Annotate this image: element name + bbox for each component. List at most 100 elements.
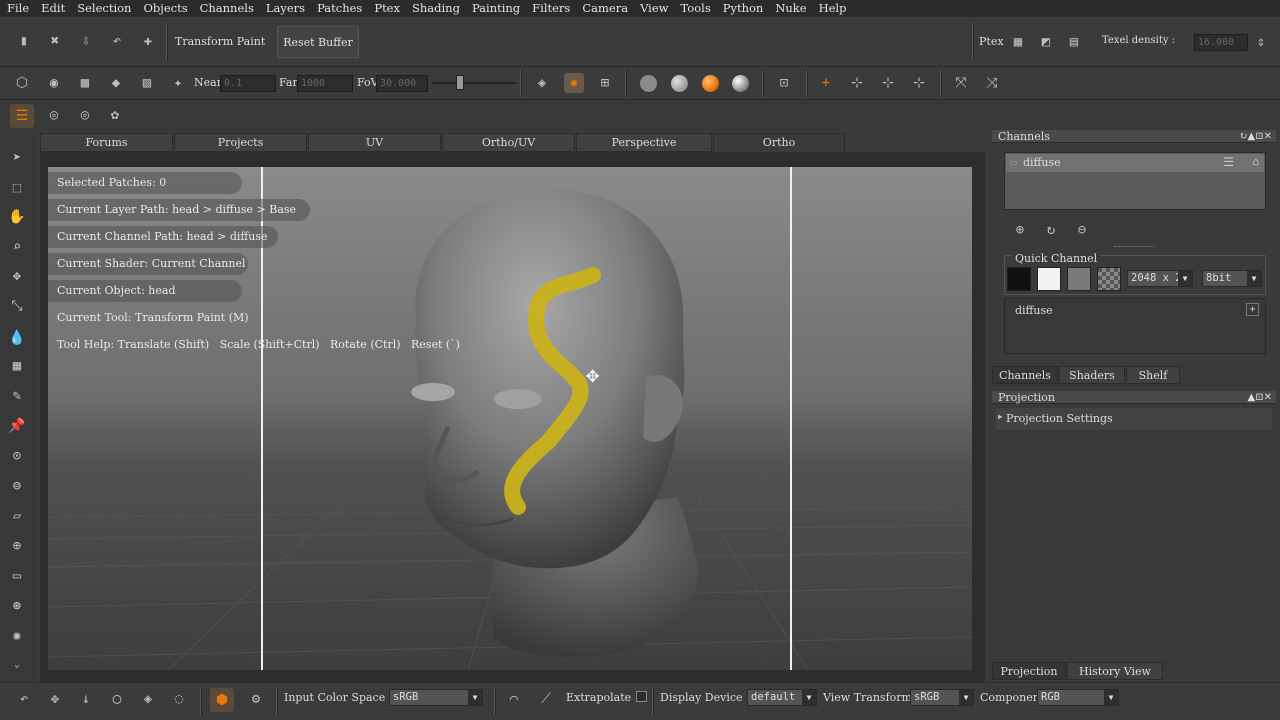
resize-handle[interactable] [1114, 246, 1154, 249]
paint-grid-icon[interactable]: ▦ [7, 356, 27, 376]
extrapolate-icon[interactable]: ⟋ [536, 689, 556, 709]
white-swatch[interactable] [1037, 267, 1061, 291]
rotate-back-icon[interactable]: ↶ [14, 689, 34, 709]
dotted-circle-icon[interactable]: ◌ [169, 689, 189, 709]
extrapolate-checkbox[interactable] [636, 691, 647, 702]
tab-shaders[interactable]: Shaders [1059, 366, 1125, 384]
viewport-3d[interactable]: Selected Patches: 0 Current Layer Path: … [48, 167, 972, 670]
menu-camera[interactable]: Camera [575, 0, 633, 17]
menu-selection[interactable]: Selection [70, 0, 136, 17]
clone-icon[interactable]: ⊕ [7, 536, 27, 556]
camera-icon[interactable]: ✦ [168, 73, 188, 93]
eye-icon[interactable]: ◉ [44, 73, 64, 93]
display-device-select[interactable]: default ▼ [747, 689, 817, 706]
tab-perspective[interactable]: Perspective [576, 133, 712, 152]
menu-help[interactable]: Help [812, 0, 852, 17]
align-vertical-icon[interactable]: ⊹ [878, 73, 898, 93]
tab-ortho[interactable]: Ortho [713, 133, 845, 152]
lasso-icon[interactable]: ◯ [107, 689, 127, 709]
blur-icon[interactable]: ⊜ [7, 476, 27, 496]
menu-tools[interactable]: Tools [674, 0, 716, 17]
paint-buffer-icon[interactable]: ⬢ [210, 688, 234, 712]
diffuse-row-label[interactable]: diffuse [1015, 304, 1053, 317]
texel-density-field[interactable]: 16.000 [1194, 34, 1248, 51]
move-down-icon[interactable]: ↓ [76, 689, 96, 709]
gradient-icon[interactable]: ▭ [7, 566, 27, 586]
ptex-grid-icon[interactable]: ▦ [1008, 32, 1028, 52]
channel-row[interactable]: ▭ diffuse ☰ ⌂ [1006, 154, 1264, 172]
tab-uv[interactable]: UV [308, 133, 441, 152]
lit-shading-icon[interactable] [671, 75, 688, 92]
flat-shading-icon[interactable] [640, 75, 657, 92]
view-transform-select[interactable]: sRGB ▼ [910, 689, 974, 706]
panel-window-icons[interactable]: ↻▲⊡✕ [1239, 130, 1272, 143]
scale-icon[interactable]: ◈ [138, 689, 158, 709]
menu-python[interactable]: Python [716, 0, 769, 17]
panel-window-icons[interactable]: ▲⊡✕ [1248, 391, 1272, 404]
menu-view[interactable]: View [633, 0, 673, 17]
delete-channel-icon[interactable]: ⊖ [1072, 220, 1092, 240]
settings-icon[interactable]: ✺ [7, 626, 27, 646]
reset-buffer-button[interactable]: Reset Buffer [277, 26, 359, 58]
texture-icon[interactable]: ▧ [137, 73, 157, 93]
brush-icon[interactable]: ✎ [7, 386, 27, 406]
menu-objects[interactable]: Objects [136, 0, 192, 17]
specular-shading-icon[interactable] [732, 75, 749, 92]
tab-ortho-uv[interactable]: Ortho/UV [442, 133, 575, 152]
dropper-icon[interactable]: 💧 [7, 328, 27, 348]
align-grid-icon[interactable]: ⊹ [909, 73, 929, 93]
add-layer-icon[interactable]: + [1246, 303, 1259, 316]
visibility-options-icon[interactable]: ✿ [105, 105, 125, 125]
paint-through-icon[interactable]: ✸ [564, 73, 584, 93]
checker-swatch[interactable] [1097, 267, 1121, 291]
menu-edit[interactable]: Edit [34, 0, 70, 17]
ptex-resize-icon[interactable]: ◩ [1036, 32, 1056, 52]
menu-channels[interactable]: Channels [193, 0, 259, 17]
projection-settings-row[interactable]: ▶ Projection Settings [996, 408, 1272, 430]
wire-grid-icon[interactable]: ▩ [75, 73, 95, 93]
component-select[interactable]: RGB ▼ [1037, 689, 1119, 706]
fov-slider-track[interactable] [432, 82, 516, 84]
menu-ptex[interactable]: Ptex [367, 0, 405, 17]
ptex-layout-icon[interactable]: ▤ [1064, 32, 1084, 52]
visibility-icon[interactable]: ◎ [44, 105, 64, 125]
far-field[interactable]: 1000 [297, 75, 353, 92]
layers-icon[interactable]: ☰ [10, 104, 34, 128]
tab-projects[interactable]: Projects [174, 133, 307, 152]
channel-menu-icon[interactable]: ☰ [1223, 155, 1234, 169]
curve-icon[interactable]: ⌒ [504, 689, 524, 709]
tab-forums[interactable]: Forums [40, 133, 173, 152]
projection-icon[interactable]: ◈ [532, 73, 552, 93]
menu-painting[interactable]: Painting [465, 0, 525, 17]
add-channel-icon[interactable]: ⊕ [1010, 220, 1030, 240]
gear-icon[interactable]: ⚙ [246, 689, 266, 709]
depth-select[interactable]: 8bit ▼ [1202, 270, 1262, 287]
cube-icon[interactable]: ⬡ [12, 73, 32, 93]
align-horizontal-icon[interactable]: ⊹ [847, 73, 867, 93]
hand-icon[interactable]: ✋ [7, 207, 27, 227]
eraser-icon[interactable]: ▱ [7, 506, 27, 526]
tab-shelf[interactable]: Shelf [1126, 366, 1180, 384]
solid-shape-icon[interactable]: ◆ [106, 73, 126, 93]
refresh-channel-icon[interactable]: ↻ [1041, 220, 1061, 240]
menu-nuke[interactable]: Nuke [768, 0, 811, 17]
gray-swatch[interactable] [1067, 267, 1091, 291]
move-all-icon[interactable]: ✥ [45, 689, 65, 709]
size-select[interactable]: 2048 x 2 ▼ [1127, 270, 1193, 287]
lock-icon[interactable]: ⌂ [1252, 155, 1259, 168]
menu-file[interactable]: File [0, 0, 34, 17]
black-swatch[interactable] [1007, 267, 1031, 291]
undo-icon[interactable]: ↶ [107, 31, 127, 51]
near-field[interactable]: 0.1 [220, 75, 276, 92]
close-file-icon[interactable]: ✖ [45, 31, 65, 51]
move-icon[interactable]: ✥ [7, 266, 27, 286]
menu-patches[interactable]: Patches [310, 0, 367, 17]
tab-history-view[interactable]: History View [1067, 662, 1163, 680]
visibility-toggle-icon[interactable]: ◎ [75, 105, 95, 125]
marquee-select-icon[interactable]: ⬚ [7, 178, 27, 198]
fov-slider-handle[interactable] [456, 75, 464, 90]
tab-channels[interactable]: Channels [992, 366, 1058, 384]
transform-reset-icon[interactable]: ⤨ [982, 73, 1002, 93]
save-file-icon[interactable]: ⇩ [76, 31, 96, 51]
menu-layers[interactable]: Layers [259, 0, 310, 17]
